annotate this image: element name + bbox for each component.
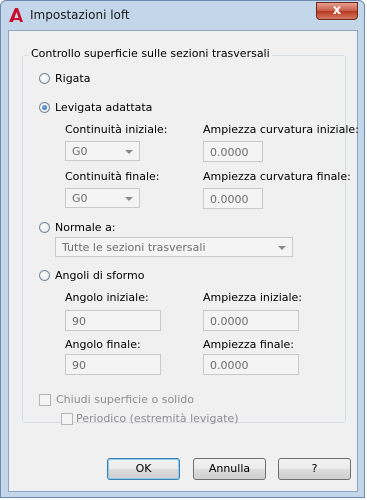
- autocad-logo-icon: [9, 8, 23, 22]
- dialog-window: Impostazioni loft x Controllo superficie…: [0, 0, 365, 498]
- ruled-radio[interactable]: [39, 73, 50, 84]
- normal-to-select[interactable]: Tutte le sezioni trasversali: [55, 237, 293, 257]
- close-button[interactable]: x: [316, 2, 358, 20]
- help-button[interactable]: ?: [278, 458, 351, 480]
- smooth-fit-label[interactable]: Levigata adattata: [55, 101, 152, 114]
- chevron-down-icon: [125, 150, 133, 154]
- start-magnitude-label: Ampiezza iniziale:: [203, 291, 303, 304]
- draft-angles-label[interactable]: Angoli di sformo: [55, 269, 144, 282]
- end-angle-input[interactable]: 90: [65, 354, 161, 375]
- start-continuity-select[interactable]: G0: [65, 141, 140, 161]
- periodic-label[interactable]: Periodico (estremità levigate): [76, 412, 239, 425]
- normal-to-radio[interactable]: [39, 222, 50, 233]
- periodic-checkbox[interactable]: [61, 413, 73, 425]
- start-angle-label: Angolo iniziale:: [65, 291, 149, 304]
- start-bulge-label: Ampiezza curvatura iniziale:: [203, 123, 359, 136]
- ok-button[interactable]: OK: [107, 458, 180, 480]
- start-magnitude-input[interactable]: 0.0000: [203, 310, 299, 331]
- end-continuity-select[interactable]: G0: [65, 188, 140, 208]
- end-angle-label: Angolo finale:: [65, 338, 141, 351]
- chevron-down-icon: [125, 197, 133, 201]
- ruled-label[interactable]: Rigata: [55, 72, 90, 85]
- chevron-down-icon: [278, 246, 286, 250]
- end-magnitude-label: Ampiezza finale:: [203, 338, 295, 351]
- smooth-fit-radio[interactable]: [39, 102, 50, 113]
- end-bulge-input[interactable]: 0.0000: [203, 188, 263, 209]
- end-bulge-label: Ampiezza curvatura finale:: [203, 170, 351, 183]
- end-magnitude-input[interactable]: 0.0000: [203, 354, 299, 375]
- close-surface-checkbox[interactable]: [39, 394, 51, 406]
- title-bar[interactable]: Impostazioni loft x: [1, 1, 364, 29]
- group-title: Controllo superficie sulle sezioni trasv…: [29, 47, 272, 60]
- window-title: Impostazioni loft: [30, 8, 130, 22]
- start-angle-input[interactable]: 90: [65, 310, 161, 331]
- end-continuity-label: Continuità finale:: [65, 170, 160, 183]
- close-icon: x: [332, 3, 342, 18]
- start-bulge-input[interactable]: 0.0000: [203, 141, 263, 162]
- dialog-client-area: Controllo superficie sulle sezioni trasv…: [8, 30, 359, 492]
- close-surface-label[interactable]: Chiudi superficie o solido: [56, 393, 194, 406]
- draft-angles-radio[interactable]: [39, 270, 50, 281]
- cancel-button[interactable]: Annulla: [193, 458, 266, 480]
- start-continuity-label: Continuità iniziale:: [65, 123, 168, 136]
- normal-to-label[interactable]: Normale a:: [55, 221, 116, 234]
